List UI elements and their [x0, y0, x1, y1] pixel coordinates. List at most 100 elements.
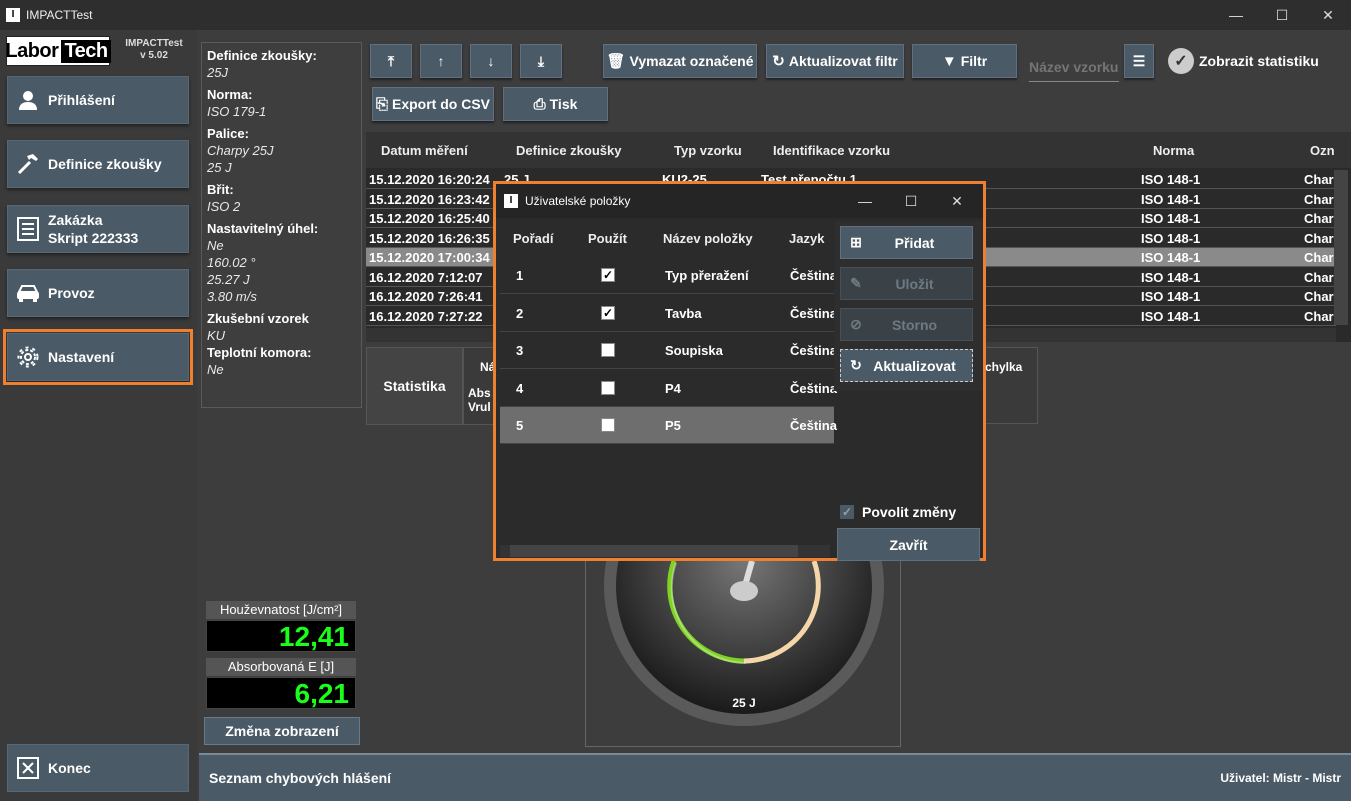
document-list-icon: [8, 217, 48, 241]
info-key: Břit:: [207, 182, 234, 197]
nav-order-script: Skript 222333: [48, 230, 139, 246]
filter-lines-icon: ☰: [1132, 52, 1146, 69]
dialog-title: Uživatelské položky: [525, 194, 631, 208]
error-list-link[interactable]: Seznam chybových hlášení: [209, 770, 391, 786]
labortech-logo: Labor Tech: [5, 36, 111, 66]
change-view-button[interactable]: Změna zobrazení: [204, 717, 360, 745]
nav-login-button[interactable]: Přihlášení: [7, 76, 189, 124]
refresh-button[interactable]: ↻ Aktualizovat: [840, 349, 973, 382]
checkbox-unchecked-icon[interactable]: [601, 343, 615, 357]
checkbox-checked-icon[interactable]: ✓: [601, 305, 615, 320]
exit-button[interactable]: Konec: [7, 744, 189, 792]
edit-icon: ✎: [850, 275, 862, 291]
version-label: v 5.02: [140, 50, 168, 61]
user-icon: [8, 89, 48, 111]
move-up-button[interactable]: ↑: [420, 44, 462, 78]
table-cell: 15.12.2020 16:25:40: [369, 211, 490, 226]
delete-marked-label: Vymazat označené: [629, 53, 754, 69]
dialog-table-row[interactable]: 4 P4 Čeština: [500, 370, 837, 407]
absorbed-energy-label: Absorbovaná E [J]: [206, 658, 356, 676]
column-header[interactable]: Pořadí: [513, 231, 553, 246]
hammer-icon: [8, 152, 48, 176]
item-order: 1: [516, 268, 524, 283]
nav-order-button[interactable]: Zakázka Skript 222333: [7, 205, 189, 253]
test-info-panel: Definice zkoušky: 25J Norma: ISO 179-1 Palic…: [201, 42, 362, 408]
move-top-button[interactable]: ⤒: [370, 44, 412, 78]
table-cell: 15.12.2020 16:20:24: [369, 172, 490, 187]
dialog-maximize-button[interactable]: ☐: [888, 186, 934, 216]
print-button[interactable]: ⎙ Tisk: [503, 87, 608, 121]
minimize-button[interactable]: —: [1213, 0, 1259, 30]
add-label: Přidat: [894, 234, 935, 251]
car-icon: [8, 283, 48, 303]
export-csv-button[interactable]: ⎘ Export do CSV: [372, 87, 494, 121]
dialog-minimize-button[interactable]: —: [842, 186, 888, 216]
dialog-title-bar: I Uživatelské položky — ☐ ✕: [496, 184, 983, 218]
dialog-close-button[interactable]: ✕: [934, 186, 980, 216]
info-key: Teplotní komora:: [207, 345, 312, 360]
column-header[interactable]: Jazyk: [789, 231, 824, 246]
checkbox-unchecked-icon[interactable]: [601, 418, 615, 432]
info-value: Ne: [207, 238, 224, 253]
delete-marked-button[interactable]: 🗑 Vymazat označené: [603, 44, 757, 78]
plus-box-icon: ⊞: [850, 234, 862, 250]
dialog-table-row[interactable]: 2 ✓ Tavba Čeština: [500, 295, 837, 332]
info-value: 25 J: [207, 160, 232, 175]
export-file-icon: ⎘: [375, 95, 388, 113]
vertical-scrollbar[interactable]: [1334, 170, 1348, 325]
filter-label: Filtr: [960, 53, 988, 69]
status-bar: Seznam chybových hlášení Uživatel: Mistr…: [199, 753, 1351, 801]
column-header[interactable]: Ozn: [1310, 143, 1335, 158]
show-statistics-label: Zobrazit statistiku: [1199, 53, 1319, 69]
add-button[interactable]: ⊞ Přidat: [840, 226, 973, 259]
cancel-button[interactable]: ⊘ Storno: [840, 308, 973, 341]
dialog-table-row[interactable]: 3 Soupiska Čeština: [500, 332, 837, 369]
nav-test-definition-label: Definice zkoušky: [48, 156, 162, 172]
allow-changes-checkbox[interactable]: ✓ Povolit změny: [840, 502, 980, 522]
maximize-button[interactable]: ☐: [1259, 0, 1305, 30]
nav-test-definition-button[interactable]: Definice zkoušky: [7, 140, 189, 188]
column-header[interactable]: Identifikace vzorku: [773, 143, 890, 158]
item-name: Soupiska: [665, 343, 723, 358]
table-cell: ISO 148-1: [1141, 308, 1201, 324]
nav-operation-button[interactable]: Provoz: [7, 269, 189, 317]
toughness-value: 12,41: [206, 620, 356, 652]
column-header[interactable]: Název položky: [663, 231, 753, 246]
move-bottom-button[interactable]: ⤓: [520, 44, 562, 78]
export-csv-label: Export do CSV: [392, 96, 491, 112]
item-order: 2: [516, 305, 524, 321]
absorbed-energy-value: 6,21: [206, 677, 356, 709]
nav-operation-label: Provoz: [48, 285, 95, 301]
checkbox-checked-icon: ✓: [840, 505, 854, 519]
column-header[interactable]: Definice zkoušky: [516, 143, 622, 158]
checkbox-unchecked-icon[interactable]: [601, 380, 615, 395]
sample-name-input[interactable]: [1029, 52, 1119, 82]
move-down-button[interactable]: ↓: [470, 44, 512, 78]
table-cell: ISO 148-1: [1141, 172, 1201, 187]
column-header[interactable]: Norma: [1153, 143, 1194, 158]
show-statistics-toggle[interactable]: ✓ Zobrazit statistiku: [1168, 46, 1328, 76]
close-button[interactable]: ✕: [1305, 0, 1351, 30]
refresh-filter-button[interactable]: ↻ Aktualizovat filtr: [766, 44, 904, 78]
filter-button[interactable]: ▼ Filtr: [912, 44, 1017, 78]
dialog-table-row[interactable]: 5 P5 Čeština: [500, 407, 837, 444]
dialog-horizontal-scrollbar[interactable]: [500, 545, 830, 557]
item-language: Čeština: [790, 343, 837, 358]
dialog-table-row[interactable]: 1 ✓ Typ přeražení Čeština: [500, 257, 837, 294]
info-value: 160.02 °: [207, 255, 256, 270]
column-header[interactable]: Datum měření: [381, 143, 468, 158]
app-name: IMPACTTest: [125, 38, 183, 49]
info-key: Palice:: [207, 126, 249, 141]
filter-options-button[interactable]: ☰: [1124, 44, 1154, 78]
save-button[interactable]: ✎ Uložit: [840, 267, 973, 300]
checkbox-checked-icon[interactable]: ✓: [601, 268, 615, 282]
nav-settings-button[interactable]: Nastavení: [3, 329, 193, 385]
toughness-label: Houževnatost [J/cm²]: [206, 601, 356, 619]
table-cell: ISO 148-1: [1141, 211, 1201, 226]
dialog-close-action-button[interactable]: Zavřít: [837, 528, 980, 561]
refresh-icon: ↻: [850, 357, 862, 373]
column-header[interactable]: Typ vzorku: [674, 143, 742, 158]
window-title: IMPACTTest: [26, 8, 93, 22]
item-name: P4: [665, 380, 681, 396]
column-header[interactable]: Použít: [588, 231, 627, 246]
